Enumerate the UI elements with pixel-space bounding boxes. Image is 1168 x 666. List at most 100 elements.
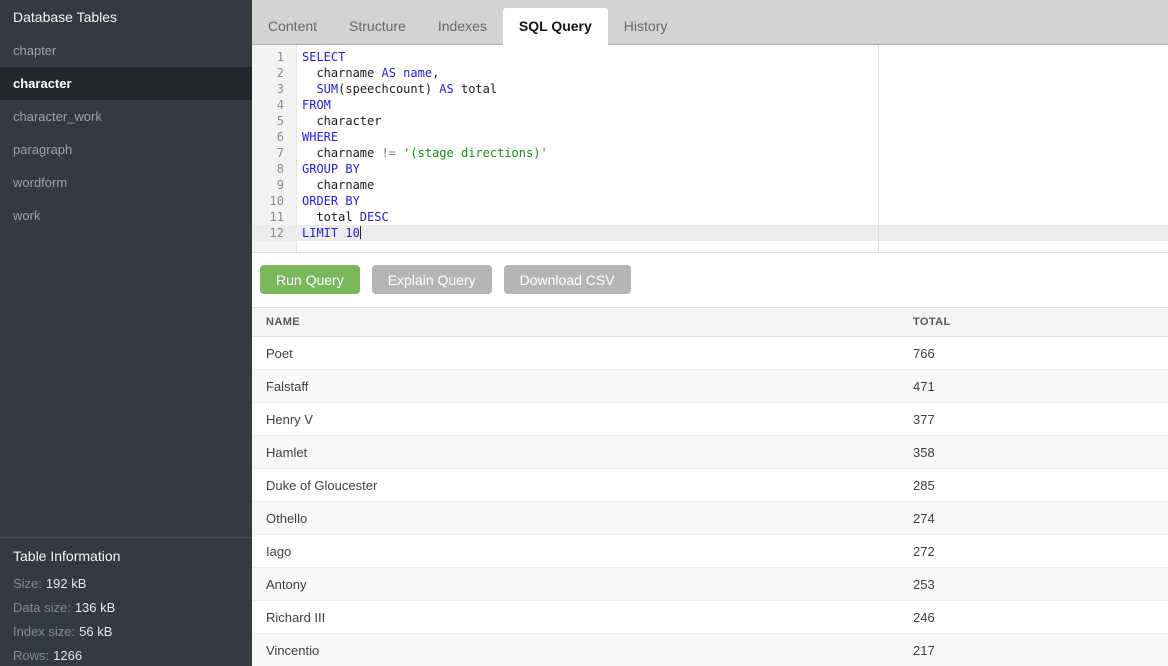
tab-bar: ContentStructureIndexesSQL QueryHistory — [252, 0, 1168, 45]
result-total-cell: 471 — [913, 379, 1168, 394]
editor-line-10: 10ORDER BY — [252, 193, 1168, 209]
result-row: Othello274 — [252, 502, 1168, 535]
result-name-cell: Vincentio — [252, 643, 913, 658]
app-window: Database Tables chaptercharactercharacte… — [0, 0, 1168, 666]
stat-value: 1266 — [53, 648, 82, 663]
editor-line-2: 2 charname AS name, — [252, 65, 1168, 81]
sidebar-title: Database Tables — [0, 0, 252, 34]
result-total-cell: 358 — [913, 445, 1168, 460]
result-total-cell: 253 — [913, 577, 1168, 592]
line-number: 10 — [252, 193, 284, 209]
line-code: charname != '(stage directions)' — [284, 145, 548, 161]
line-code: SELECT — [284, 49, 345, 65]
table-info-panel: Table Information Size: 192 kB Data size: 1… — [0, 537, 252, 666]
tab-content[interactable]: Content — [252, 8, 333, 44]
line-code: character — [284, 113, 381, 129]
editor-line-6: 6WHERE — [252, 129, 1168, 145]
table-list: chaptercharactercharacter_workparagraphw… — [0, 34, 252, 537]
stat-value: 136 kB — [75, 600, 115, 615]
explain-query-button[interactable]: Explain Query — [372, 265, 492, 294]
code-lines: 1SELECT2 charname AS name,3 SUM(speechco… — [252, 49, 1168, 241]
editor-line-8: 8GROUP BY — [252, 161, 1168, 177]
result-total-cell: 377 — [913, 412, 1168, 427]
editor-line-11: 11 total DESC — [252, 209, 1168, 225]
editor-line-9: 9 charname — [252, 177, 1168, 193]
line-number: 6 — [252, 129, 284, 145]
editor-line-4: 4FROM — [252, 97, 1168, 113]
text-cursor — [360, 226, 361, 239]
line-number: 4 — [252, 97, 284, 113]
result-name-cell: Othello — [252, 511, 913, 526]
editor-line-7: 7 charname != '(stage directions)' — [252, 145, 1168, 161]
result-row: Vincentio217 — [252, 634, 1168, 666]
line-number: 12 — [252, 225, 284, 241]
sidebar: Database Tables chaptercharactercharacte… — [0, 0, 252, 666]
result-total-cell: 285 — [913, 478, 1168, 493]
sidebar-item-work[interactable]: work — [0, 199, 252, 232]
sidebar-item-chapter[interactable]: chapter — [0, 34, 252, 67]
tab-structure[interactable]: Structure — [333, 8, 422, 44]
table-info-title: Table Information — [13, 546, 239, 566]
line-code: SUM(speechcount) AS total — [284, 81, 497, 97]
result-name-cell: Richard III — [252, 610, 913, 625]
line-code: WHERE — [284, 129, 338, 145]
sidebar-item-wordform[interactable]: wordform — [0, 166, 252, 199]
result-row: Hamlet358 — [252, 436, 1168, 469]
column-header-total: TOTAL — [913, 316, 1168, 328]
result-row: Antony253 — [252, 568, 1168, 601]
result-row: Richard III246 — [252, 601, 1168, 634]
stat-label: Rows: — [13, 648, 49, 663]
result-total-cell: 272 — [913, 544, 1168, 559]
line-number: 1 — [252, 49, 284, 65]
sidebar-item-paragraph[interactable]: paragraph — [0, 133, 252, 166]
run-query-button[interactable]: Run Query — [260, 265, 360, 294]
editor-line-3: 3 SUM(speechcount) AS total — [252, 81, 1168, 97]
stat-value: 56 kB — [79, 624, 112, 639]
result-name-cell: Henry V — [252, 412, 913, 427]
line-number: 9 — [252, 177, 284, 193]
line-number: 11 — [252, 209, 284, 225]
result-row: Poet766 — [252, 337, 1168, 370]
column-header-name: NAME — [252, 316, 913, 328]
tab-indexes[interactable]: Indexes — [422, 8, 503, 44]
result-total-cell: 766 — [913, 346, 1168, 361]
results-body: Poet766Falstaff471Henry V377Hamlet358Duk… — [252, 337, 1168, 666]
line-code: charname AS name, — [284, 65, 439, 81]
table-info-stats: Size: 192 kB Data size: 136 kB Index size:56… — [13, 576, 239, 664]
line-code: LIMIT 10 — [284, 225, 361, 241]
table-info-stat: Size: 192 kB — [13, 576, 239, 592]
editor-line-5: 5 character — [252, 113, 1168, 129]
result-row: Iago272 — [252, 535, 1168, 568]
table-info-stat: Index size:56 kB — [13, 624, 239, 640]
result-name-cell: Falstaff — [252, 379, 913, 394]
line-number: 7 — [252, 145, 284, 161]
tab-sql-query[interactable]: SQL Query — [503, 8, 608, 45]
sidebar-item-character_work[interactable]: character_work — [0, 100, 252, 133]
result-total-cell: 274 — [913, 511, 1168, 526]
sidebar-item-character[interactable]: character — [0, 67, 252, 100]
result-row: Falstaff471 — [252, 370, 1168, 403]
line-code: total DESC — [284, 209, 389, 225]
result-total-cell: 217 — [913, 643, 1168, 658]
line-code: FROM — [284, 97, 331, 113]
download-csv-button[interactable]: Download CSV — [504, 265, 631, 294]
line-number: 5 — [252, 113, 284, 129]
line-number: 2 — [252, 65, 284, 81]
result-row: Henry V377 — [252, 403, 1168, 436]
line-code: charname — [284, 177, 374, 193]
stat-label: Size: — [13, 576, 42, 591]
sql-editor[interactable]: 1SELECT2 charname AS name,3 SUM(speechco… — [252, 45, 1168, 253]
editor-line-12: 12LIMIT 10 — [252, 225, 1168, 241]
line-code: ORDER BY — [284, 193, 360, 209]
tab-history[interactable]: History — [608, 8, 684, 44]
stat-value: 192 kB — [46, 576, 86, 591]
result-total-cell: 246 — [913, 610, 1168, 625]
result-name-cell: Iago — [252, 544, 913, 559]
stat-label: Data size: — [13, 600, 71, 615]
line-number: 8 — [252, 161, 284, 177]
table-info-stat: Rows: 1266 — [13, 648, 239, 664]
result-row: Duke of Gloucester285 — [252, 469, 1168, 502]
line-code: GROUP BY — [284, 161, 360, 177]
result-name-cell: Duke of Gloucester — [252, 478, 913, 493]
line-number: 3 — [252, 81, 284, 97]
